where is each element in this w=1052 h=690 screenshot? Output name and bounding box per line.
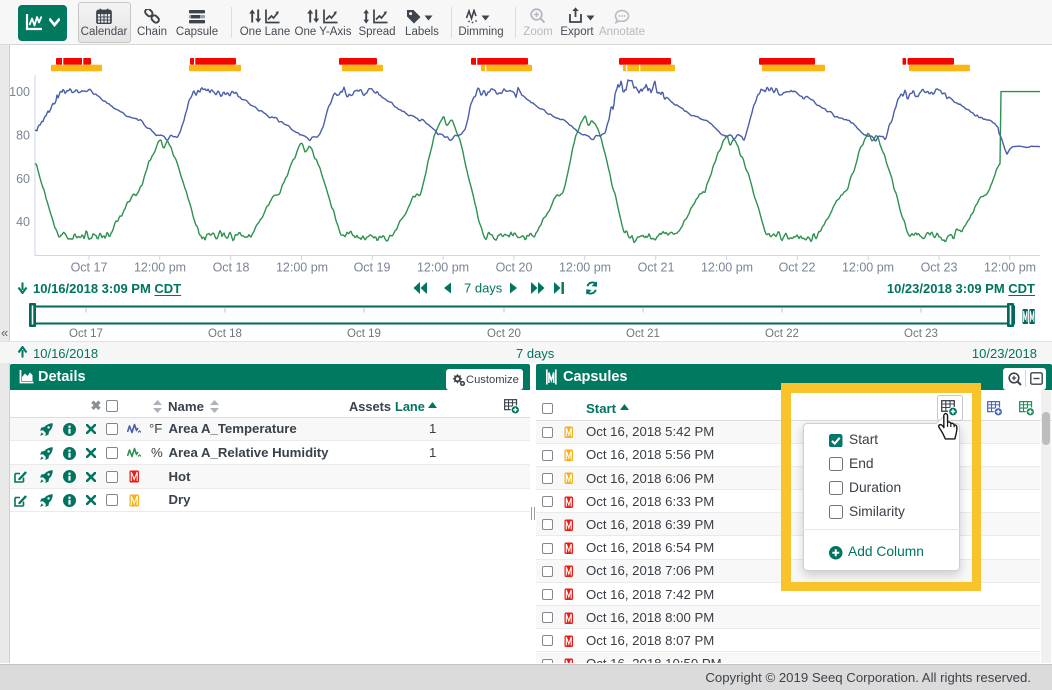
svg-text:100: 100 xyxy=(9,85,30,99)
svg-text:Oct 21: Oct 21 xyxy=(626,328,660,340)
svg-text:12:00 pm: 12:00 pm xyxy=(842,261,894,275)
svg-text:12:00 pm: 12:00 pm xyxy=(701,261,753,275)
svg-text:12:00 pm: 12:00 pm xyxy=(276,261,328,275)
svg-text:80: 80 xyxy=(16,129,30,143)
svg-text:Oct 21: Oct 21 xyxy=(638,261,675,275)
svg-text:60: 60 xyxy=(16,172,30,186)
svg-text:12:00 pm: 12:00 pm xyxy=(134,261,186,275)
svg-text:Oct 23: Oct 23 xyxy=(904,328,938,340)
svg-text:Oct 20: Oct 20 xyxy=(487,328,521,340)
svg-text:Oct 18: Oct 18 xyxy=(208,328,242,340)
svg-text:Oct 23: Oct 23 xyxy=(921,261,958,275)
svg-text:Oct 19: Oct 19 xyxy=(354,261,391,275)
svg-text:40: 40 xyxy=(16,215,30,229)
svg-text:Oct 17: Oct 17 xyxy=(69,328,103,340)
svg-text:12:00 pm: 12:00 pm xyxy=(559,261,611,275)
svg-text:12:00 pm: 12:00 pm xyxy=(417,261,469,275)
svg-text:7 days: 7 days xyxy=(464,281,503,295)
svg-text:12:00 pm: 12:00 pm xyxy=(984,261,1036,275)
svg-text:Oct 19: Oct 19 xyxy=(347,328,381,340)
svg-text:Oct 22: Oct 22 xyxy=(765,328,799,340)
svg-text:Oct 17: Oct 17 xyxy=(71,261,108,275)
svg-text:Oct 18: Oct 18 xyxy=(213,261,250,275)
svg-text:Oct 20: Oct 20 xyxy=(496,261,533,275)
svg-text:Oct 22: Oct 22 xyxy=(779,261,816,275)
